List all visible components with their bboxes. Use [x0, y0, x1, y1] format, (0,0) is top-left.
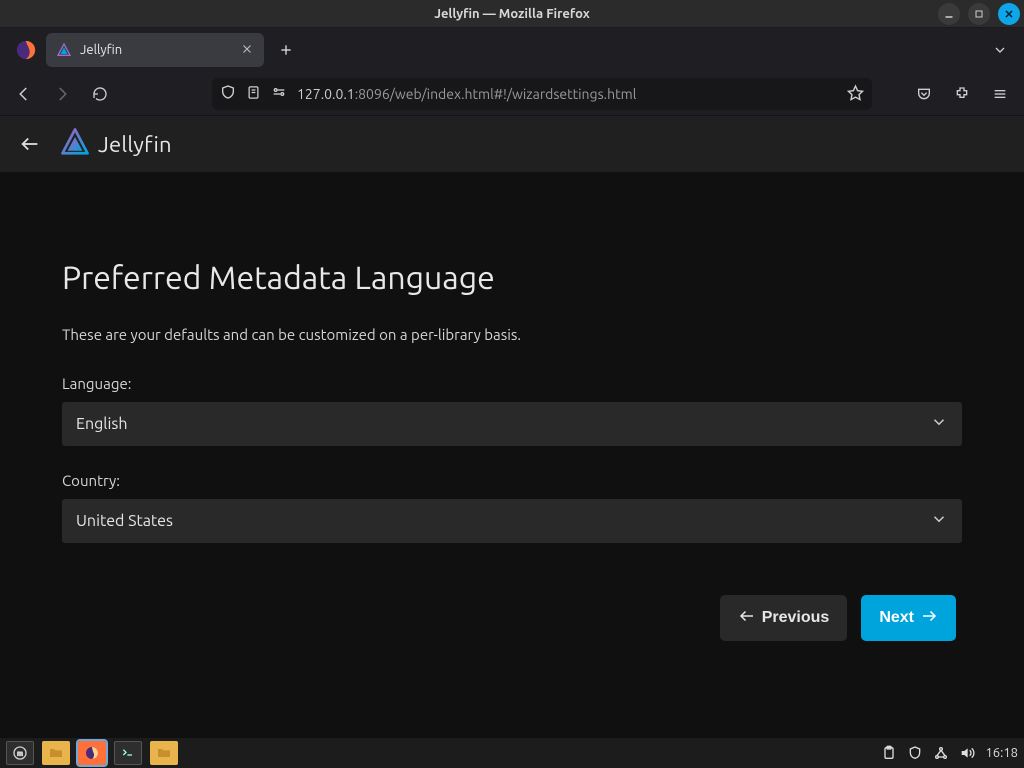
- jellyfin-favicon-icon: [56, 42, 72, 58]
- taskbar-firefox-icon[interactable]: [78, 741, 106, 765]
- arrow-right-icon: [920, 607, 938, 630]
- tab-close-button[interactable]: [240, 42, 254, 59]
- previous-button[interactable]: Previous: [720, 595, 848, 641]
- shield-icon[interactable]: [220, 84, 236, 103]
- os-tray: 16:18: [881, 745, 1018, 761]
- wizard-actions: Previous Next: [62, 595, 962, 641]
- jellyfin-brand[interactable]: Jellyfin: [60, 127, 172, 161]
- country-label: Country:: [62, 472, 962, 489]
- tray-clock[interactable]: 16:18: [985, 746, 1018, 760]
- permissions-icon[interactable]: [271, 84, 287, 103]
- app-menu-icon[interactable]: [984, 78, 1016, 110]
- jellyfin-wizard-page: Preferred Metadata Language These are yo…: [0, 172, 1024, 738]
- country-field: Country: United States: [62, 472, 962, 543]
- jellyfin-header: Jellyfin: [0, 116, 1024, 172]
- tray-shield-icon[interactable]: [907, 745, 923, 761]
- page-info-icon[interactable]: [246, 85, 261, 103]
- clipboard-icon[interactable]: [881, 745, 897, 761]
- volume-icon[interactable]: [959, 745, 975, 761]
- url-text: 127.0.0.1:8096/web/index.html#!/wizardse…: [297, 86, 837, 102]
- language-label: Language:: [62, 375, 962, 392]
- reload-button[interactable]: [84, 78, 116, 110]
- language-value: English: [76, 415, 127, 433]
- browser-toolbar: 127.0.0.1:8096/web/index.html#!/wizardse…: [0, 72, 1024, 116]
- taskbar-files-icon[interactable]: [42, 741, 70, 765]
- chevron-down-icon: [930, 413, 948, 435]
- previous-label: Previous: [762, 609, 830, 627]
- tab-title: Jellyfin: [80, 43, 232, 57]
- browser-tab[interactable]: Jellyfin: [46, 33, 264, 67]
- window-close-button[interactable]: [998, 3, 1020, 25]
- next-button[interactable]: Next: [861, 595, 956, 641]
- nav-back-button[interactable]: [8, 78, 40, 110]
- os-window-controls: [938, 0, 1020, 27]
- start-menu-button[interactable]: m: [6, 741, 34, 765]
- window-minimize-button[interactable]: [938, 3, 960, 25]
- chevron-down-icon: [930, 510, 948, 532]
- os-titlebar: Jellyfin — Mozilla Firefox: [0, 0, 1024, 28]
- tabs-overflow-button[interactable]: [986, 36, 1014, 64]
- language-select[interactable]: English: [62, 402, 962, 446]
- next-label: Next: [879, 609, 914, 627]
- jellyfin-brand-text: Jellyfin: [98, 132, 172, 157]
- country-select[interactable]: United States: [62, 499, 962, 543]
- page-heading: Preferred Metadata Language: [62, 260, 962, 296]
- window-title: Jellyfin — Mozilla Firefox: [434, 7, 590, 21]
- url-bar[interactable]: 127.0.0.1:8096/web/index.html#!/wizardse…: [212, 78, 872, 110]
- os-taskbar: m 16:18: [0, 738, 1024, 768]
- new-tab-button[interactable]: [270, 34, 302, 66]
- network-icon[interactable]: [933, 745, 949, 761]
- browser-tabstrip: Jellyfin: [0, 28, 1024, 72]
- svg-text:m: m: [17, 751, 23, 758]
- jellyfin-logo-icon: [60, 127, 90, 161]
- language-field: Language: English: [62, 375, 962, 446]
- pocket-icon[interactable]: [908, 78, 940, 110]
- extensions-icon[interactable]: [946, 78, 978, 110]
- bookmark-star-icon[interactable]: [847, 84, 864, 104]
- firefox-logo-icon: [12, 36, 40, 64]
- page-description: These are your defaults and can be custo…: [62, 326, 962, 343]
- window-maximize-button[interactable]: [968, 3, 990, 25]
- arrow-left-icon: [738, 607, 756, 630]
- nav-forward-button[interactable]: [46, 78, 78, 110]
- country-value: United States: [76, 512, 173, 530]
- taskbar-folder-icon[interactable]: [150, 741, 178, 765]
- jellyfin-back-button[interactable]: [14, 128, 46, 160]
- taskbar-terminal-icon[interactable]: [114, 741, 142, 765]
